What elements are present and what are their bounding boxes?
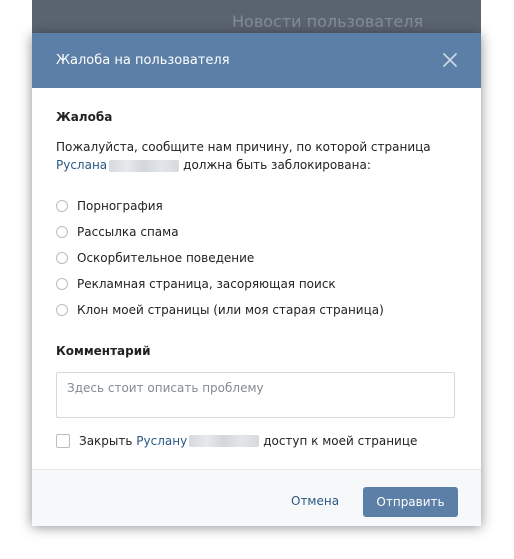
dialog-header: Жалоба на пользователя bbox=[32, 33, 481, 88]
radio-button[interactable] bbox=[56, 278, 68, 290]
reason-option-clone[interactable]: Клон моей страницы (или моя старая стран… bbox=[56, 297, 384, 323]
reason-option-abusive[interactable]: Оскорбительное поведение bbox=[56, 245, 384, 271]
user-name-link[interactable]: Руслану bbox=[136, 434, 187, 448]
reason-option-advertising[interactable]: Рекламная страница, засоряющая поиск bbox=[56, 271, 384, 297]
close-icon bbox=[443, 53, 457, 67]
background-header-strip: Новости пользователя bbox=[32, 0, 481, 36]
user-name-link[interactable]: Руслана bbox=[56, 158, 107, 172]
comment-section-title: Комментарий bbox=[56, 344, 151, 358]
block-access-option[interactable]: Закрыть Руслану доступ к моей странице bbox=[56, 431, 417, 451]
reason-option-spam[interactable]: Рассылка спама bbox=[56, 219, 384, 245]
radio-button[interactable] bbox=[56, 200, 68, 212]
comment-placeholder: Здесь стоит описать проблему bbox=[67, 381, 264, 395]
description-line-1: Пожалуйста, сообщите нам причину, по кот… bbox=[56, 140, 431, 154]
description-line-2-suffix: должна быть заблокирована: bbox=[183, 158, 371, 172]
radio-button[interactable] bbox=[56, 252, 68, 264]
reason-label: Клон моей страницы (или моя старая стран… bbox=[77, 303, 384, 317]
complaint-description: Пожалуйста, сообщите нам причину, по кот… bbox=[56, 138, 466, 174]
reason-radio-group: Порнография Рассылка спама Оскорбительно… bbox=[56, 193, 384, 323]
reason-label: Рассылка спама bbox=[77, 225, 179, 239]
redacted-surname bbox=[109, 159, 180, 172]
dialog-footer: Отмена Отправить bbox=[32, 469, 481, 526]
reason-label: Рекламная страница, засоряющая поиск bbox=[77, 277, 336, 291]
reason-option-pornography[interactable]: Порнография bbox=[56, 193, 384, 219]
reason-label: Порнография bbox=[77, 199, 163, 213]
description-line-2: Руслана должна быть заблокирована: bbox=[56, 156, 466, 174]
complaint-section-title: Жалоба bbox=[56, 110, 113, 124]
block-access-checkbox[interactable] bbox=[56, 434, 70, 448]
submit-button[interactable]: Отправить bbox=[363, 487, 458, 517]
block-access-prefix: Закрыть bbox=[79, 434, 133, 448]
close-button[interactable] bbox=[439, 49, 461, 71]
redacted-surname bbox=[189, 435, 260, 447]
cancel-button[interactable]: Отмена bbox=[291, 494, 339, 508]
dialog-title: Жалоба на пользователя bbox=[56, 53, 230, 68]
block-access-suffix: доступ к моей странице bbox=[263, 434, 418, 448]
report-user-dialog: Жалоба на пользователя Жалоба Пожалуйста… bbox=[32, 33, 481, 526]
comment-input[interactable]: Здесь стоит описать проблему bbox=[56, 372, 455, 418]
radio-button[interactable] bbox=[56, 226, 68, 238]
reason-label: Оскорбительное поведение bbox=[77, 251, 255, 265]
background-page-title: Новости пользователя bbox=[232, 12, 424, 30]
radio-button[interactable] bbox=[56, 304, 68, 316]
